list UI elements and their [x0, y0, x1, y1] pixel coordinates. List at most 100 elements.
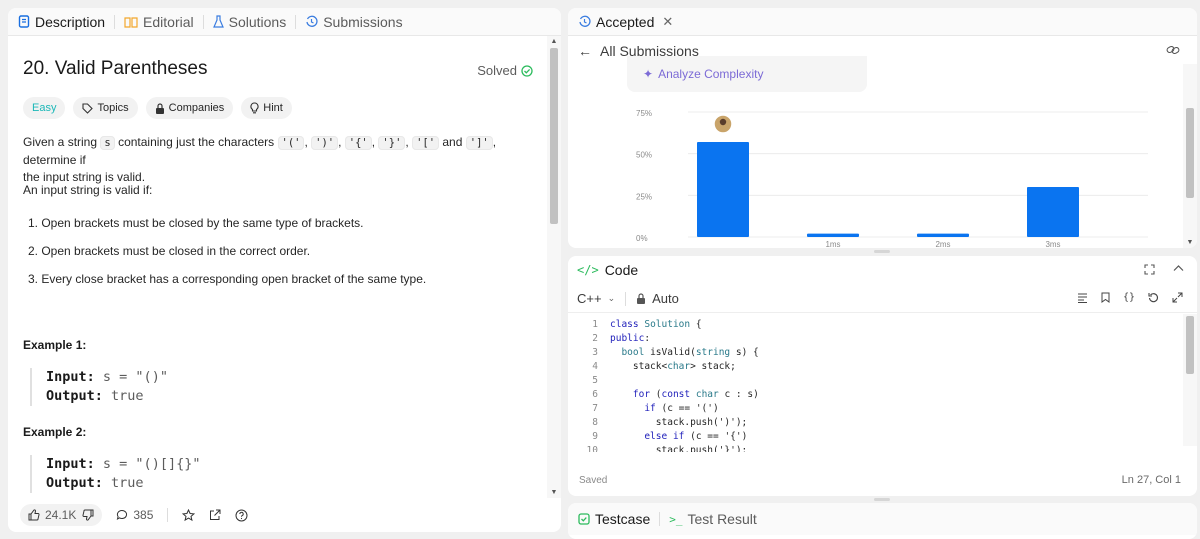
example-1-output-label: Output: — [46, 388, 103, 404]
bookmark-icon[interactable] — [1101, 292, 1110, 303]
x-tick-label: 1ms — [825, 240, 840, 248]
tab-editorial[interactable]: Editorial — [124, 13, 204, 30]
tab-testcase-label: Testcase — [595, 511, 651, 527]
code-line[interactable]: stack<char> stack; — [610, 361, 736, 372]
like-button[interactable]: 24.1K — [28, 508, 76, 522]
format-icon[interactable] — [1077, 292, 1088, 303]
language-label: C++ — [577, 291, 602, 306]
editor-toolbar: C++ ⌄ Auto {} — [568, 285, 1197, 313]
example-2-output-label: Output: — [46, 475, 103, 491]
star-icon[interactable] — [182, 508, 196, 522]
char-close-brace: '}' — [378, 136, 406, 150]
example-1-output: true — [111, 388, 144, 404]
chevron-down-icon: ⌄ — [607, 293, 616, 303]
toolbar-divider — [625, 291, 627, 306]
hint-tag[interactable]: Hint — [241, 97, 292, 119]
tag-icon — [82, 102, 94, 114]
statement-var: s — [100, 136, 115, 150]
maximize-icon[interactable] — [1144, 264, 1155, 275]
help-icon[interactable] — [235, 509, 248, 522]
braces-icon[interactable]: {} — [1123, 292, 1135, 303]
char-open-bracket: '[' — [412, 136, 440, 150]
code-line[interactable]: stack.push('}'); — [610, 445, 748, 452]
chart-bar — [917, 233, 969, 237]
code-line[interactable]: bool isValid(string s) { — [610, 347, 758, 358]
hint-label: Hint — [263, 102, 283, 114]
code-header: </> Code — [568, 256, 1197, 284]
tab-solutions-label: Solutions — [228, 13, 287, 30]
code-line[interactable]: public: — [610, 333, 650, 344]
example-1-box: Input: s = "()" Output: true — [30, 368, 168, 406]
saved-status: Saved — [579, 475, 608, 486]
char-open-paren: '(' — [277, 136, 305, 150]
chevron-up-icon[interactable] — [1173, 264, 1184, 272]
tab-description[interactable]: Description — [18, 14, 116, 30]
code-editor[interactable]: 1 class Solution {2 public: 3 bool isValid(… — [568, 314, 1183, 452]
code-line[interactable]: if (c == '(') — [610, 403, 718, 414]
code-line[interactable]: stack.push(')'); — [610, 417, 748, 428]
code-title: Code — [604, 262, 639, 278]
example-1-heading: Example 1: — [23, 338, 87, 352]
submission-panel: Accepted ✕ ← All Submissions ✦ Analyze C… — [568, 8, 1197, 248]
reset-icon[interactable] — [1148, 292, 1159, 303]
auto-mode[interactable]: Auto — [636, 291, 679, 306]
code-scrollbar[interactable] — [1183, 314, 1197, 446]
code-line[interactable]: else if (c == '{') — [610, 431, 747, 442]
line-number: 9 — [592, 431, 598, 442]
tab-submissions[interactable]: Submissions — [305, 14, 411, 30]
submission-scroll-thumb[interactable] — [1186, 108, 1194, 198]
difficulty-label: Easy — [32, 102, 57, 114]
chart-bar — [1027, 187, 1079, 237]
problem-description: 20. Valid Parentheses Solved Easy Topics… — [8, 36, 547, 498]
example-2-input-label: Input: — [46, 456, 95, 472]
testcase-panel: Testcase >_ Test Result — [568, 503, 1197, 539]
solved-status: Solved — [477, 63, 533, 78]
companies-label: Companies — [168, 102, 225, 114]
y-tick-label: 25% — [636, 192, 652, 201]
thumbs-down-icon[interactable] — [82, 509, 94, 521]
editor-actions: {} — [1077, 292, 1183, 303]
language-select[interactable]: C++ ⌄ — [577, 291, 615, 306]
tab-test-result-label: Test Result — [687, 511, 757, 527]
panel-resize-handle-2[interactable] — [874, 498, 890, 501]
problem-title: 20. Valid Parentheses — [23, 58, 208, 79]
tab-testcase[interactable]: Testcase — [578, 511, 661, 527]
code-scroll-thumb[interactable] — [1186, 316, 1194, 374]
scroll-down-arrow[interactable]: ▼ — [547, 489, 561, 496]
rule-1: 1. Open brackets must be closed by the s… — [28, 216, 364, 230]
char-close-bracket: ']' — [465, 136, 493, 150]
submission-scroll-down[interactable]: ▼ — [1183, 239, 1197, 246]
cursor-position: Ln 27, Col 1 — [1121, 474, 1181, 486]
x-tick-label: 2ms — [935, 240, 950, 248]
description-scrollbar[interactable]: ▲ ▼ — [547, 36, 561, 498]
tab-editorial-label: Editorial — [143, 13, 194, 30]
example-2-output: true — [111, 475, 144, 491]
example-2-heading: Example 2: — [23, 425, 87, 439]
code-line[interactable]: class Solution { — [610, 319, 702, 330]
topics-tag[interactable]: Topics — [73, 97, 138, 119]
code-line[interactable]: for (const char c : s) — [610, 389, 759, 400]
submission-scrollbar[interactable]: ▼ — [1183, 64, 1197, 248]
scroll-up-arrow[interactable]: ▲ — [547, 38, 561, 45]
flask-icon — [212, 15, 224, 28]
share-icon[interactable] — [209, 509, 221, 521]
terminal-icon: >_ — [669, 512, 683, 526]
like-count: 24.1K — [45, 508, 77, 522]
line-number: 4 — [592, 361, 598, 372]
char-close-paren: ')' — [311, 136, 339, 150]
expand-icon[interactable] — [1172, 292, 1183, 303]
difficulty-badge: Easy — [23, 97, 66, 119]
rule-3: 3. Every close bracket has a correspondi… — [28, 272, 427, 286]
testcase-tabbar: Testcase >_ Test Result — [568, 503, 1197, 535]
comment-count: 385 — [133, 508, 154, 522]
panel-resize-handle[interactable] — [874, 250, 890, 253]
comments-button[interactable]: 385 — [116, 508, 153, 522]
lightbulb-icon — [250, 102, 259, 114]
scroll-thumb[interactable] — [550, 48, 558, 224]
companies-tag[interactable]: Companies — [145, 97, 234, 119]
tab-test-result[interactable]: >_ Test Result — [669, 511, 766, 527]
line-number: 1 — [592, 319, 598, 330]
tab-solutions[interactable]: Solutions — [212, 13, 297, 30]
chart-bar — [807, 233, 859, 237]
comment-icon — [116, 509, 128, 521]
